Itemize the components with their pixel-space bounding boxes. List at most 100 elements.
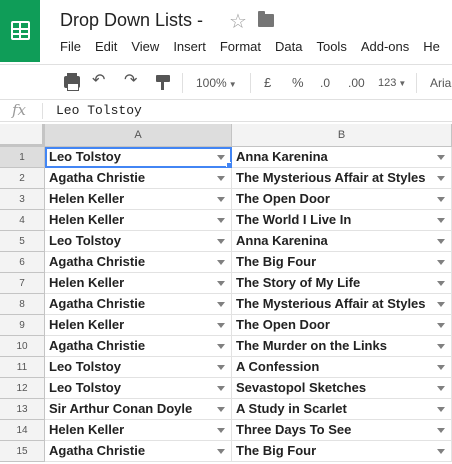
cell-b-dropdown[interactable]: Three Days To See [232,420,452,441]
dropdown-arrow-icon[interactable] [217,302,225,307]
column-header-a[interactable]: A [45,124,232,147]
cell-b-dropdown[interactable]: The World I Live In [232,210,452,231]
dropdown-arrow-icon[interactable] [437,239,445,244]
menu-file[interactable]: File [60,39,81,54]
cell-a-dropdown[interactable]: Agatha Christie [45,252,232,273]
row-header[interactable]: 9 [0,315,45,336]
currency-format-button[interactable]: £ [264,74,271,92]
cell-a-dropdown[interactable]: Agatha Christie [45,336,232,357]
row-header[interactable]: 11 [0,357,45,378]
row-header[interactable]: 10 [0,336,45,357]
menu-insert[interactable]: Insert [173,39,206,54]
dropdown-arrow-icon[interactable] [217,428,225,433]
dropdown-arrow-icon[interactable] [437,155,445,160]
dropdown-arrow-icon[interactable] [217,197,225,202]
cell-b-dropdown[interactable]: Anna Karenina [232,231,452,252]
dropdown-arrow-icon[interactable] [217,449,225,454]
cell-b-dropdown[interactable]: The Big Four [232,441,452,462]
paint-format-icon[interactable] [156,75,170,90]
cell-a-dropdown[interactable]: Helen Keller [45,273,232,294]
dropdown-arrow-icon[interactable] [217,386,225,391]
dropdown-arrow-icon[interactable] [217,344,225,349]
row-header[interactable]: 14 [0,420,45,441]
dropdown-arrow-icon[interactable] [217,323,225,328]
cell-b-dropdown[interactable]: The Mysterious Affair at Styles [232,294,452,315]
font-select[interactable]: Aria [430,74,451,92]
cell-b-dropdown[interactable]: The Open Door [232,189,452,210]
dropdown-arrow-icon[interactable] [437,407,445,412]
cell-b-dropdown[interactable]: The Open Door [232,315,452,336]
formula-input[interactable]: Leo Tolstoy [56,103,142,118]
menu-data[interactable]: Data [275,39,302,54]
dropdown-arrow-icon[interactable] [217,260,225,265]
cell-a-dropdown[interactable]: Agatha Christie [45,441,232,462]
dropdown-arrow-icon[interactable] [217,365,225,370]
row-header[interactable]: 8 [0,294,45,315]
cell-b-dropdown[interactable]: The Mysterious Affair at Styles [232,168,452,189]
menu-edit[interactable]: Edit [95,39,117,54]
row-header[interactable]: 4 [0,210,45,231]
row-header[interactable]: 13 [0,399,45,420]
dropdown-arrow-icon[interactable] [437,281,445,286]
column-header-b[interactable]: B [232,124,452,147]
cell-a-dropdown[interactable]: Helen Keller [45,315,232,336]
print-icon[interactable] [64,73,80,91]
dropdown-arrow-icon[interactable] [437,365,445,370]
dropdown-arrow-icon[interactable] [437,176,445,181]
menu-help[interactable]: He [423,39,440,54]
row-header[interactable]: 6 [0,252,45,273]
cell-b-dropdown[interactable]: The Story of My Life [232,273,452,294]
more-formats-select[interactable]: 123 ▼ [378,74,406,92]
cell-a-dropdown[interactable]: Leo Tolstoy [45,378,232,399]
row-header[interactable]: 3 [0,189,45,210]
cell-a-dropdown[interactable]: Agatha Christie [45,168,232,189]
row-header[interactable]: 1 [0,147,45,168]
row-header[interactable]: 12 [0,378,45,399]
menu-addons[interactable]: Add-ons [361,39,409,54]
zoom-select[interactable]: 100% ▼ [196,74,237,92]
redo-icon[interactable]: ↷ [124,72,137,90]
row-header[interactable]: 15 [0,441,45,462]
cell-b-dropdown[interactable]: Anna Karenina [232,147,452,168]
dropdown-arrow-icon[interactable] [437,344,445,349]
undo-icon[interactable]: ↶ [92,72,105,90]
document-title[interactable]: Drop Down Lists - [60,10,203,31]
dropdown-arrow-icon[interactable] [437,260,445,265]
menu-view[interactable]: View [131,39,159,54]
dropdown-arrow-icon[interactable] [437,428,445,433]
cell-b-dropdown[interactable]: A Confession [232,357,452,378]
cell-a-dropdown[interactable]: Helen Keller [45,210,232,231]
dropdown-arrow-icon[interactable] [217,407,225,412]
cell-a-dropdown[interactable]: Agatha Christie [45,294,232,315]
dropdown-arrow-icon[interactable] [217,218,225,223]
select-all-corner[interactable] [0,124,45,147]
decrease-decimals-button[interactable]: .0 [320,74,330,92]
cell-b-dropdown[interactable]: Sevastopol Sketches [232,378,452,399]
cell-a-dropdown[interactable]: Leo Tolstoy [45,231,232,252]
sheets-logo-icon[interactable] [0,0,40,62]
dropdown-arrow-icon[interactable] [217,281,225,286]
dropdown-arrow-icon[interactable] [217,155,225,160]
dropdown-arrow-icon[interactable] [217,239,225,244]
dropdown-arrow-icon[interactable] [437,449,445,454]
dropdown-arrow-icon[interactable] [437,323,445,328]
dropdown-arrow-icon[interactable] [437,197,445,202]
cell-b-dropdown[interactable]: The Murder on the Links [232,336,452,357]
cell-a-dropdown[interactable]: Leo Tolstoy [45,147,232,168]
cell-a-dropdown[interactable]: Helen Keller [45,189,232,210]
cell-a-dropdown[interactable]: Sir Arthur Conan Doyle [45,399,232,420]
cell-b-dropdown[interactable]: The Big Four [232,252,452,273]
dropdown-arrow-icon[interactable] [217,176,225,181]
row-header[interactable]: 2 [0,168,45,189]
dropdown-arrow-icon[interactable] [437,302,445,307]
cell-a-dropdown[interactable]: Helen Keller [45,420,232,441]
increase-decimals-button[interactable]: .00 [348,74,365,92]
percent-format-button[interactable]: % [292,74,304,92]
menu-tools[interactable]: Tools [316,39,346,54]
row-header[interactable]: 7 [0,273,45,294]
folder-icon[interactable] [258,11,274,27]
dropdown-arrow-icon[interactable] [437,386,445,391]
cell-a-dropdown[interactable]: Leo Tolstoy [45,357,232,378]
star-icon[interactable]: ☆ [229,9,247,34]
cell-b-dropdown[interactable]: A Study in Scarlet [232,399,452,420]
